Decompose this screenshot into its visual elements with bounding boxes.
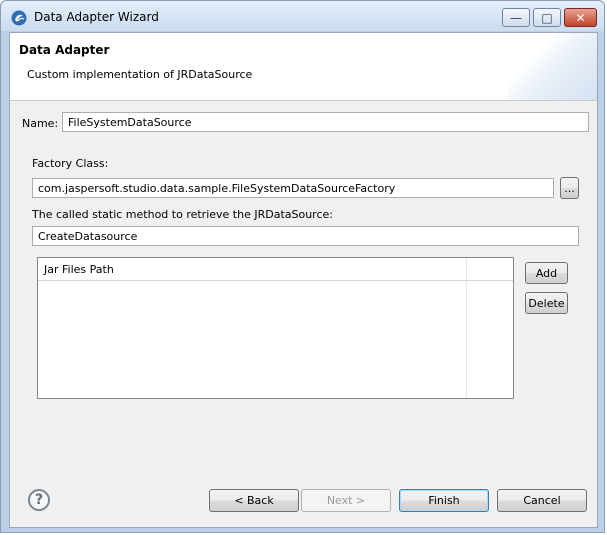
static-method-label: The called static method to retrieve the… <box>32 208 333 221</box>
header-decoration <box>507 33 597 100</box>
close-button[interactable]: ✕ <box>564 8 597 27</box>
cancel-button[interactable]: Cancel <box>497 489 587 512</box>
add-jar-button[interactable]: Add <box>525 262 568 284</box>
page-description: Custom implementation of JRDataSource <box>27 68 253 81</box>
table-header: Jar Files Path <box>38 258 513 281</box>
jaspersoft-logo-icon <box>11 10 27 26</box>
name-input[interactable] <box>62 112 589 132</box>
delete-jar-button[interactable]: Delete <box>525 292 568 314</box>
next-button[interactable]: Next > <box>301 489 391 512</box>
finish-button[interactable]: Finish <box>399 489 489 512</box>
name-label: Name: <box>22 117 59 130</box>
column-grid-line <box>466 258 467 398</box>
dialog-window: Data Adapter Wizard — □ ✕ Data Adapter C… <box>0 0 605 533</box>
jar-files-table[interactable]: Jar Files Path <box>37 257 514 399</box>
minimize-button[interactable]: — <box>502 8 530 27</box>
back-button[interactable]: < Back <box>209 489 299 512</box>
window-title: Data Adapter Wizard <box>34 10 159 24</box>
close-icon: ✕ <box>575 10 586 25</box>
help-icon[interactable]: ? <box>28 489 50 511</box>
dialog-client-area: Data Adapter Custom implementation of JR… <box>9 32 598 528</box>
maximize-button[interactable]: □ <box>533 8 561 27</box>
wizard-header: Data Adapter Custom implementation of JR… <box>10 33 597 101</box>
maximize-icon: □ <box>541 10 553 25</box>
browse-button[interactable]: ... <box>560 177 579 199</box>
page-title: Data Adapter <box>19 43 110 57</box>
factory-class-label: Factory Class: <box>32 157 109 170</box>
factory-class-input[interactable] <box>32 178 554 198</box>
column-header-jar-files-path[interactable]: Jar Files Path <box>44 263 114 276</box>
minimize-icon: — <box>510 10 522 25</box>
title-bar[interactable]: Data Adapter Wizard — □ ✕ <box>1 1 604 31</box>
static-method-input[interactable] <box>32 226 579 246</box>
